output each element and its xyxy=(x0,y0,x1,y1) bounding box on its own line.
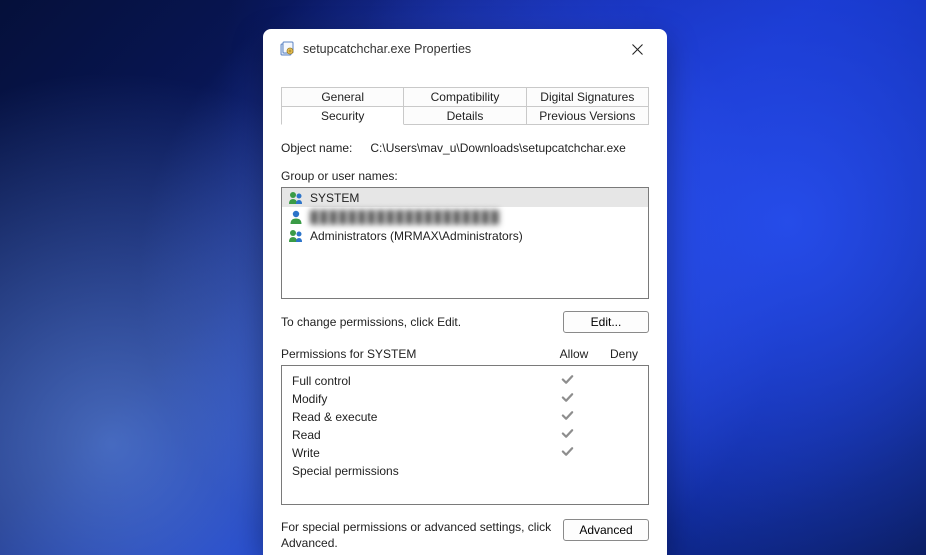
object-name-value: C:\Users\mav_u\Downloads\setupcatchchar.… xyxy=(370,141,625,155)
edit-button[interactable]: Edit... xyxy=(563,311,649,333)
list-item[interactable]: SYSTEM xyxy=(282,188,648,207)
window-title: setupcatchchar.exe Properties xyxy=(303,42,617,56)
tab-general[interactable]: General xyxy=(281,87,404,106)
permissions-listbox[interactable]: Full control Modify Read & execute xyxy=(281,365,649,505)
user-icon xyxy=(288,209,304,225)
group-icon xyxy=(288,190,304,206)
permission-row: Read xyxy=(288,426,642,444)
tab-compatibility[interactable]: Compatibility xyxy=(404,87,526,106)
permissions-header: Permissions for SYSTEM Allow Deny xyxy=(281,347,649,361)
group-user-label: Group or user names: xyxy=(281,169,649,183)
tab-previous-versions[interactable]: Previous Versions xyxy=(527,106,649,125)
tabstrip: General Compatibility Digital Signatures… xyxy=(281,87,649,125)
permission-row: Modify xyxy=(288,390,642,408)
permission-row: Write xyxy=(288,444,642,462)
edit-hint: To change permissions, click Edit. xyxy=(281,315,563,329)
close-icon xyxy=(632,44,643,55)
permission-name: Read & execute xyxy=(288,410,542,424)
group-icon xyxy=(288,228,304,244)
object-name-row: Object name: C:\Users\mav_u\Downloads\se… xyxy=(281,141,649,155)
allow-check-icon xyxy=(542,391,592,407)
permission-row: Full control xyxy=(288,372,642,390)
list-item-label: Administrators (MRMAX\Administrators) xyxy=(310,229,523,243)
allow-check-icon xyxy=(542,373,592,389)
object-name-label: Object name: xyxy=(281,141,352,155)
close-button[interactable] xyxy=(617,34,657,64)
permission-name: Modify xyxy=(288,392,542,406)
permission-row: Read & execute xyxy=(288,408,642,426)
tab-details[interactable]: Details xyxy=(404,106,526,125)
permissions-for-label: Permissions for SYSTEM xyxy=(281,347,549,361)
allow-check-icon xyxy=(542,427,592,443)
properties-dialog: setupcatchchar.exe Properties General Co… xyxy=(263,29,667,555)
advanced-button[interactable]: Advanced xyxy=(563,519,649,541)
desktop-background: setupcatchchar.exe Properties General Co… xyxy=(0,0,926,555)
allow-check-icon xyxy=(542,445,592,461)
app-icon xyxy=(279,41,295,57)
advanced-hint: For special permissions or advanced sett… xyxy=(281,519,563,551)
deny-column-label: Deny xyxy=(599,347,649,361)
tab-digital-signatures[interactable]: Digital Signatures xyxy=(527,87,649,106)
permission-name: Write xyxy=(288,446,542,460)
permission-name: Special permissions xyxy=(288,464,542,478)
titlebar: setupcatchchar.exe Properties xyxy=(263,29,667,69)
permission-name: Full control xyxy=(288,374,542,388)
allow-column-label: Allow xyxy=(549,347,599,361)
list-item-label-redacted: ████████████████████ xyxy=(310,210,500,224)
group-user-listbox[interactable]: SYSTEM ████████████████████ Administrato… xyxy=(281,187,649,299)
permission-name: Read xyxy=(288,428,542,442)
tab-security[interactable]: Security xyxy=(281,106,404,125)
list-item[interactable]: Administrators (MRMAX\Administrators) xyxy=(282,226,648,245)
list-item-label: SYSTEM xyxy=(310,191,359,205)
allow-check-icon xyxy=(542,409,592,425)
permission-row: Special permissions xyxy=(288,462,642,480)
list-item[interactable]: ████████████████████ xyxy=(282,207,648,226)
